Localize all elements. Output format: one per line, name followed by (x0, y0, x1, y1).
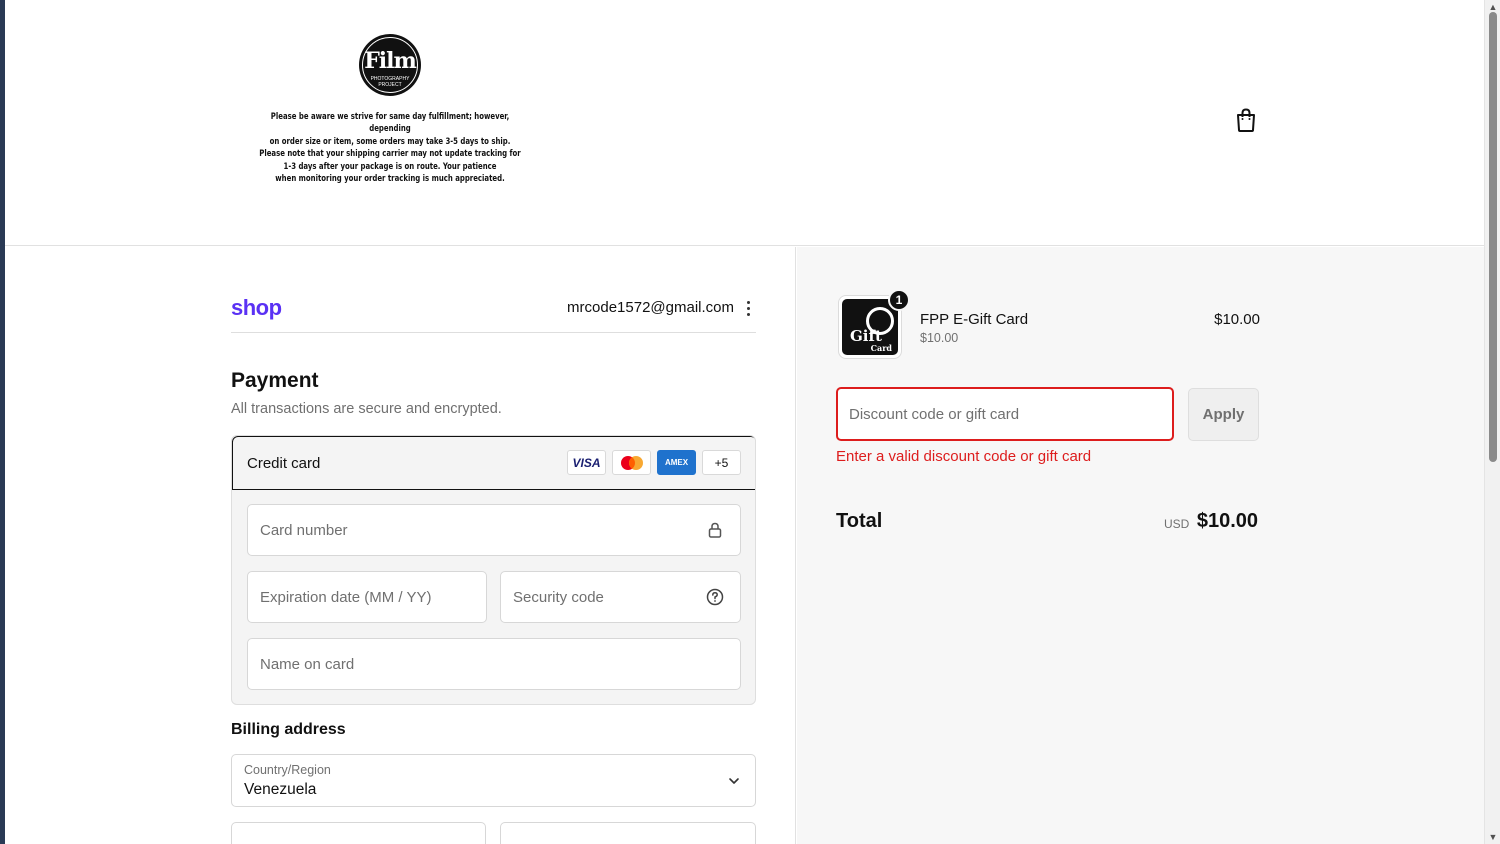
credit-card-label: Credit card (247, 455, 321, 472)
thumb-card-text: Card (870, 343, 892, 353)
notice-line: Please be aware we strive for same day f… (270, 111, 510, 134)
name-on-card-placeholder: Name on card (260, 656, 355, 673)
discount-placeholder: Discount code or gift card (849, 406, 1020, 423)
total-value: $10.00 (1196, 510, 1258, 532)
shopping-bag-icon (1237, 108, 1255, 132)
notice-line: 1-3 days after your package is on route.… (283, 160, 497, 171)
card-number-placeholder: Card number (260, 522, 348, 539)
lock-icon (708, 522, 722, 538)
security-code-field[interactable]: Security code (500, 571, 741, 623)
total-label: Total (836, 510, 883, 532)
expiration-placeholder: Expiration date (MM / YY) (260, 589, 432, 606)
credit-card-option[interactable]: Credit card VISA AMEX +5 (232, 436, 755, 490)
first-name-field[interactable] (231, 822, 486, 844)
country-label: Country/Region (244, 763, 331, 777)
shop-pay-logo: shop (231, 295, 282, 320)
notice-line: on order size or item, some orders may t… (269, 135, 511, 146)
logo-subtext: PHOTOGRAPHY PROJECT (370, 76, 410, 88)
quantity-badge: 1 (888, 289, 910, 311)
line-item: Gift Card 1 FPP E-Gift Card $10.00 $10.0… (838, 289, 1260, 363)
order-summary: Gift Card 1 FPP E-Gift Card $10.00 $10.0… (797, 247, 1484, 844)
payment-method-box: Credit card VISA AMEX +5 Card number Exp… (231, 435, 756, 705)
discount-code-input[interactable]: Discount code or gift card (836, 387, 1174, 441)
security-code-placeholder: Security code (513, 589, 604, 606)
scrollbar-thumb[interactable] (1489, 12, 1497, 462)
mastercard-icon (612, 450, 651, 475)
notice-line: when monitoring your order tracking is m… (275, 173, 505, 184)
product-price: $10.00 (1214, 311, 1260, 328)
logo-text: Film (364, 48, 417, 74)
page-scrollbar[interactable]: ▲ ▼ (1484, 0, 1500, 844)
notice-line: Please note that your shipping carrier m… (259, 148, 521, 159)
product-name: FPP E-Gift Card (920, 311, 1029, 328)
country-select[interactable]: Country/Region Venezuela (231, 754, 756, 807)
product-unit-price: $10.00 (920, 331, 959, 345)
billing-address-title: Billing address (231, 721, 346, 738)
payment-title: Payment (231, 369, 319, 392)
gift-card-image: Gift Card (842, 299, 898, 355)
shipping-notice: Please be aware we strive for same day f… (257, 110, 524, 184)
store-header: Film PHOTOGRAPHY PROJECT Please be aware… (5, 0, 1484, 246)
payment-subtitle: All transactions are secure and encrypte… (231, 401, 502, 417)
visa-icon: VISA (567, 450, 606, 475)
expiration-field[interactable]: Expiration date (MM / YY) (247, 571, 487, 623)
more-brands-badge: +5 (702, 450, 741, 475)
country-value: Venezuela (244, 781, 317, 798)
kebab-menu-icon[interactable] (742, 298, 754, 318)
account-email: mrcode1572@gmail.com (567, 299, 734, 316)
apply-button[interactable]: Apply (1188, 388, 1259, 441)
total-currency: USD (1164, 517, 1190, 531)
last-name-field[interactable] (500, 822, 756, 844)
help-circle-icon[interactable] (706, 588, 724, 606)
shop-account-row: shop mrcode1572@gmail.com (231, 295, 756, 333)
scroll-down-arrow-icon[interactable]: ▼ (1485, 830, 1500, 844)
store-logo-block: Film PHOTOGRAPHY PROJECT Please be aware… (245, 34, 535, 184)
card-number-field[interactable]: Card number (247, 504, 741, 556)
amex-icon: AMEX (657, 450, 696, 475)
checkout-form: shop mrcode1572@gmail.com Payment All tr… (5, 247, 796, 844)
cart-button[interactable] (1234, 107, 1258, 133)
store-logo[interactable]: Film PHOTOGRAPHY PROJECT (359, 34, 421, 96)
discount-error-message: Enter a valid discount code or gift card (836, 448, 1092, 465)
name-on-card-field[interactable]: Name on card (247, 638, 741, 690)
chevron-down-icon (729, 778, 739, 784)
